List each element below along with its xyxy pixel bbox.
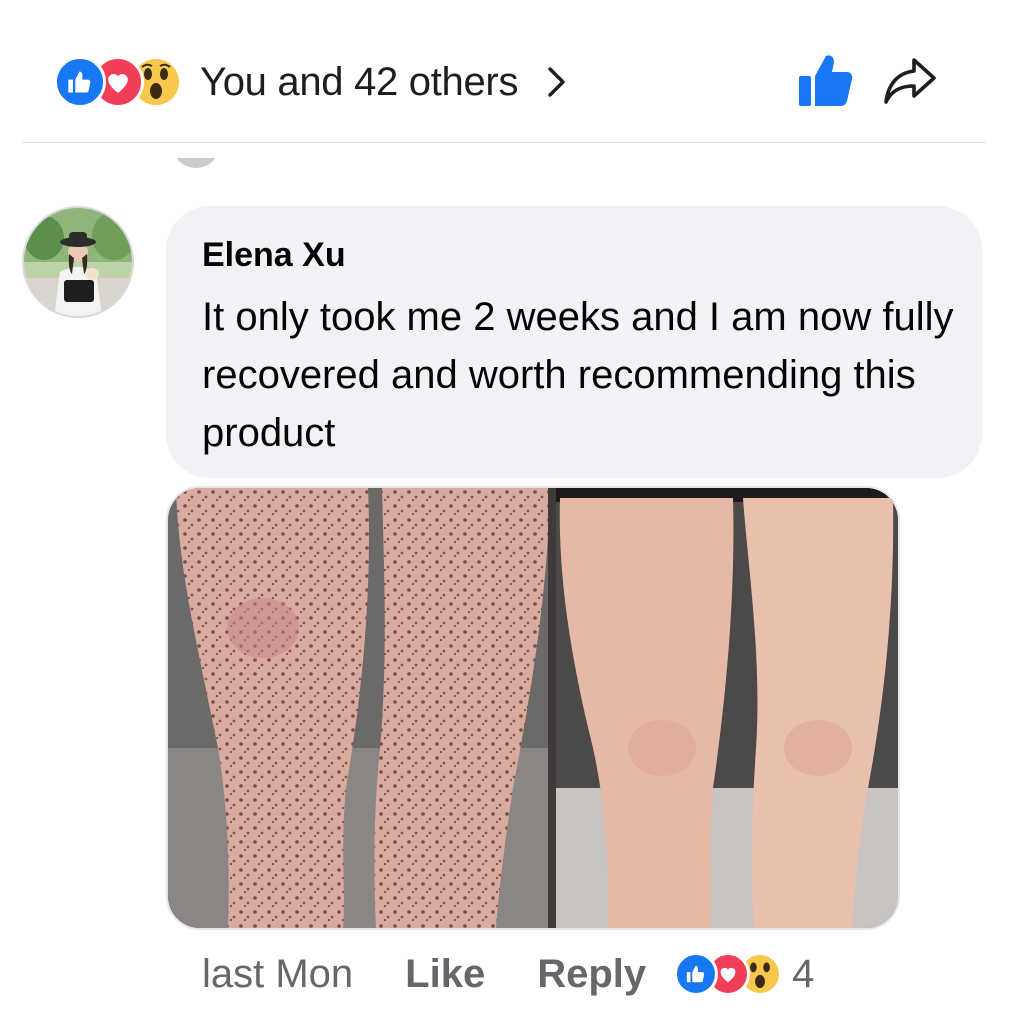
like-reaction-icon bbox=[674, 952, 719, 996]
comment-photo[interactable] bbox=[166, 486, 900, 930]
reaction-count: 4 bbox=[792, 951, 815, 996]
divider bbox=[22, 142, 986, 143]
chevron-right-icon bbox=[546, 62, 574, 102]
like-button[interactable] bbox=[796, 52, 854, 110]
comment-timestamp[interactable]: last Mon bbox=[202, 952, 353, 997]
reply-button[interactable]: Reply bbox=[537, 952, 646, 997]
share-button[interactable] bbox=[882, 54, 938, 106]
thumbs-up-icon bbox=[799, 55, 853, 106]
share-arrow-icon bbox=[884, 58, 936, 104]
comment-screen: You and 42 others Elena Xu It only took … bbox=[0, 0, 1009, 1024]
like-comment-button[interactable]: Like bbox=[405, 952, 485, 997]
commenter-avatar[interactable] bbox=[22, 206, 134, 318]
comment-text: It only took me 2 weeks and I am now ful… bbox=[202, 295, 954, 455]
previous-avatar-edge bbox=[172, 158, 220, 170]
like-reaction-icon bbox=[54, 56, 106, 108]
comment-bubble: Elena Xu It only took me 2 weeks and I a… bbox=[166, 206, 982, 478]
reaction-icons bbox=[54, 56, 182, 108]
comment-author[interactable]: Elena Xu bbox=[202, 234, 946, 276]
comment-actions: last Mon Like Reply 4 bbox=[202, 946, 814, 1002]
reactions-summary-text: You and 42 others bbox=[200, 59, 519, 104]
before-after-legs-image bbox=[168, 488, 898, 928]
reactions-summary[interactable]: You and 42 others bbox=[54, 52, 574, 112]
comment-reactions[interactable]: 4 bbox=[674, 952, 814, 997]
